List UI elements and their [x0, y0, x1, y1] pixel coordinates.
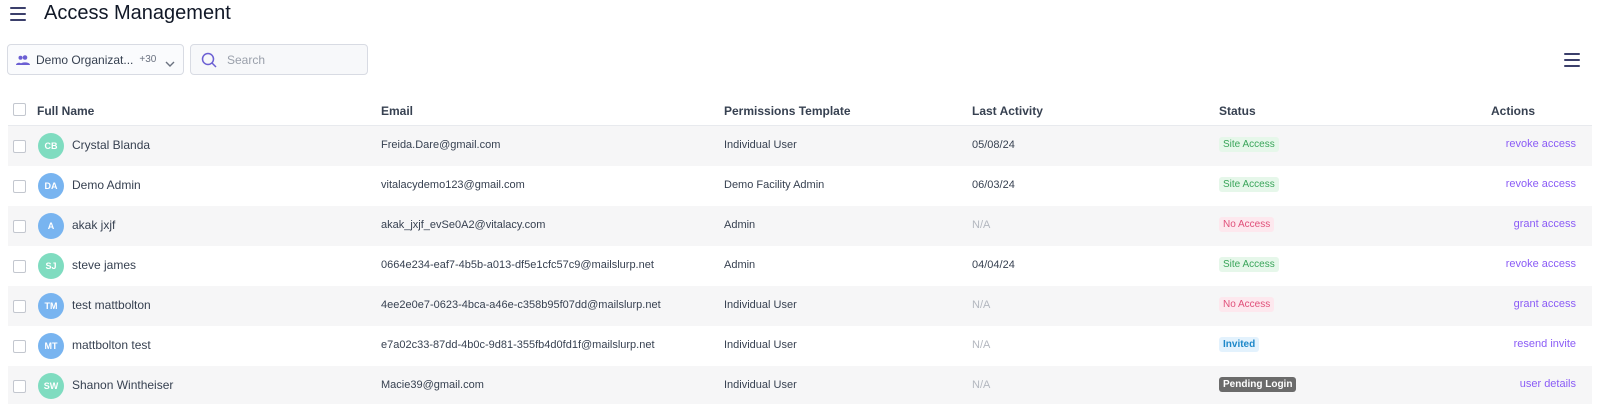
user-email: Macie39@gmail.com [381, 379, 484, 391]
column-actions: Actions [1491, 104, 1536, 118]
user-email: Freida.Dare@gmail.com [381, 139, 501, 151]
column-full-name[interactable]: Full Name [37, 104, 94, 118]
row-checkbox[interactable] [13, 220, 26, 233]
row-action-link[interactable]: revoke access [1456, 138, 1576, 150]
avatar: A [38, 213, 64, 239]
status-badge: Invited [1219, 337, 1260, 352]
last-activity: N/A [972, 299, 991, 311]
search-icon [201, 52, 217, 68]
table-body: CB Crystal Blanda Freida.Dare@gmail.com Ind… [8, 126, 1592, 404]
organization-select[interactable]: Demo Organizat... +30 [7, 44, 184, 75]
row-action-link[interactable]: grant access [1456, 298, 1576, 310]
row-checkbox[interactable] [13, 340, 26, 353]
table-row[interactable]: Aakak jxjf akak_jxjf_evSe0A2@vitalacy.com… [8, 206, 1592, 246]
last-activity: N/A [972, 339, 991, 351]
user-email: akak_jxjf_evSe0A2@vitalacy.com [381, 219, 546, 231]
row-checkbox[interactable] [13, 180, 26, 193]
users-icon [16, 54, 30, 66]
status-badge: Site Access [1219, 257, 1279, 272]
table-row[interactable]: DA Demo Admin vitalacydemo123@gmail.com Dem… [8, 166, 1592, 206]
permissions-template: Individual User [724, 379, 797, 391]
last-activity: 05/08/24 [972, 139, 1015, 151]
table-menu-icon[interactable] [1562, 52, 1582, 68]
user-name: test mattbolton [72, 298, 151, 312]
search-input[interactable] [227, 52, 357, 67]
toolbar: Demo Organizat... +30 [0, 44, 1600, 76]
status-badge: Site Access [1219, 177, 1279, 192]
users-table: Full Name Email Permissions Template Las… [8, 98, 1592, 404]
column-email[interactable]: Email [381, 104, 413, 118]
permissions-template: Individual User [724, 139, 797, 151]
chevron-down-icon [165, 55, 175, 67]
organization-label: Demo Organizat... [36, 52, 134, 67]
user-name: Shanon Wintheiser [72, 378, 174, 392]
last-activity: N/A [972, 219, 991, 231]
permissions-template: Admin [724, 259, 756, 271]
permissions-template: Individual User [724, 299, 797, 311]
user-email: 4ee2e0e7-0623-4bca-a46e-c358b95f07dd@mai… [381, 299, 661, 311]
page-header: Access Management [0, 0, 1600, 32]
user-name: steve james [72, 258, 137, 272]
avatar: SJ [38, 253, 64, 279]
row-action-link[interactable]: revoke access [1456, 178, 1576, 190]
user-name: Demo Admin [72, 178, 141, 192]
row-checkbox[interactable] [13, 260, 26, 273]
page-title: Access Management [44, 2, 231, 24]
row-checkbox[interactable] [13, 300, 26, 313]
column-last-activity[interactable]: Last Activity [972, 104, 1043, 118]
row-action-link[interactable]: user details [1456, 378, 1576, 390]
avatar: DA [38, 173, 64, 199]
table-header: Full Name Email Permissions Template Las… [8, 98, 1592, 126]
user-name: akak jxjf [72, 218, 116, 232]
table-row[interactable]: MT mattbolton test e7a02c33-87dd-4b0c-9d81… [8, 326, 1592, 366]
permissions-template: Individual User [724, 339, 797, 351]
nav-menu-icon[interactable] [8, 4, 28, 24]
table-row[interactable]: SJ steve james 0664e234-eaf7-4b5b-a013-df5… [8, 246, 1592, 286]
user-name: mattbolton test [72, 338, 151, 352]
row-action-link[interactable]: grant access [1456, 218, 1576, 230]
table-row[interactable]: TM test mattbolton 4ee2e0e7-0623-4bca-a46e… [8, 286, 1592, 326]
status-badge: No Access [1219, 217, 1275, 232]
column-status[interactable]: Status [1219, 104, 1256, 118]
status-badge: No Access [1219, 297, 1275, 312]
row-action-link[interactable]: revoke access [1456, 258, 1576, 270]
last-activity: N/A [972, 379, 991, 391]
table-row[interactable]: CB Crystal Blanda Freida.Dare@gmail.com Ind… [8, 126, 1592, 166]
avatar: TM [38, 293, 64, 319]
user-name: Crystal Blanda [72, 138, 151, 152]
last-activity: 04/04/24 [972, 259, 1015, 271]
row-action-link[interactable]: resend invite [1456, 338, 1576, 350]
user-email: vitalacydemo123@gmail.com [381, 179, 525, 191]
select-all-checkbox[interactable] [13, 103, 26, 116]
row-checkbox[interactable] [13, 380, 26, 393]
user-email: 0664e234-eaf7-4b5b-a013-df5e1cfc57c9@mai… [381, 259, 654, 271]
column-permissions-template[interactable]: Permissions Template [724, 104, 851, 118]
status-badge: Site Access [1219, 137, 1279, 152]
organization-count: +30 [139, 54, 157, 65]
permissions-template: Demo Facility Admin [724, 179, 825, 191]
last-activity: 06/03/24 [972, 179, 1015, 191]
table-row[interactable]: SW Shanon Wintheiser Macie39@gmail.com Indi… [8, 366, 1592, 404]
avatar: SW [38, 373, 64, 399]
user-email: e7a02c33-87dd-4b0c-9d81-355fb4d0fd1f@mai… [381, 339, 655, 351]
avatar: CB [38, 133, 64, 159]
avatar: MT [38, 333, 64, 359]
status-badge: Pending Login [1219, 377, 1297, 392]
permissions-template: Admin [724, 219, 756, 231]
row-checkbox[interactable] [13, 140, 26, 153]
search-box [190, 44, 368, 75]
